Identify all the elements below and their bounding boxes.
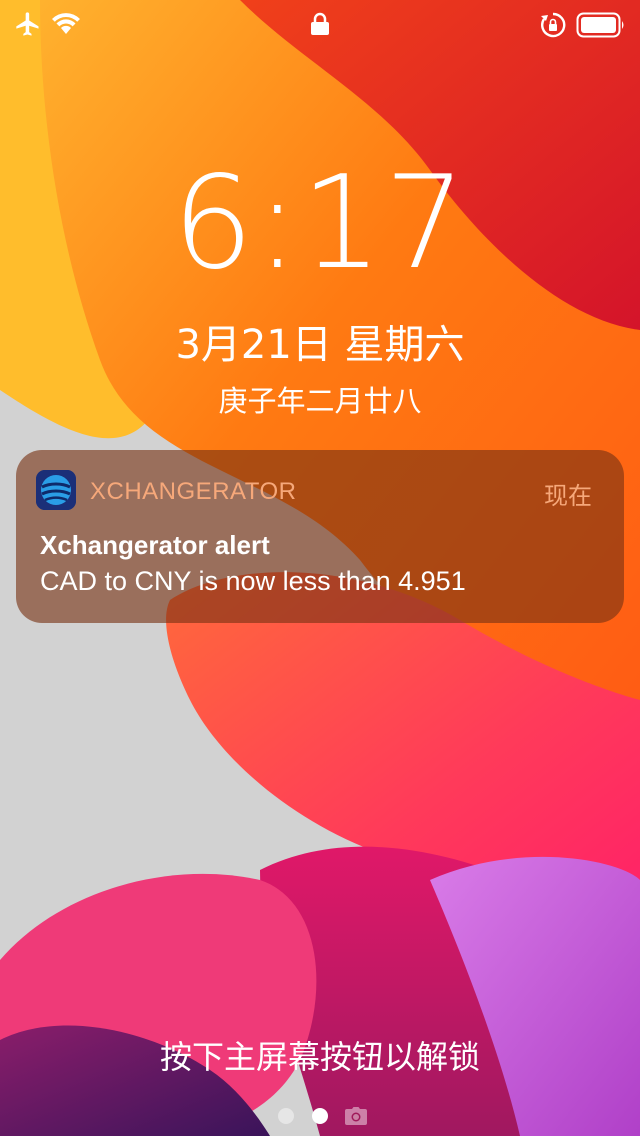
unlock-hint: 按下主屏幕按钮以解锁 [159,1038,480,1076]
lock-screen-date: 3月21日 星期六 [175,322,465,368]
battery-icon [576,12,626,42]
lock-icon [310,12,330,40]
notification-card[interactable]: XCHANGERATOR 现在 Xchangerator alert CAD t… [16,450,624,623]
page-indicator[interactable] [0,1104,640,1128]
lunar-date: 庚子年二月廿八 [218,384,422,418]
notification-app-name: XCHANGERATOR [90,478,297,505]
notification-body: CAD to CNY is now less than 4.951 [40,566,466,596]
airplane-icon [14,10,42,42]
page-dot-2[interactable] [312,1108,328,1124]
lock-screen-time: 6:17 [172,149,468,298]
notification-title: Xchangerator alert [40,530,270,560]
wifi-icon [50,10,82,40]
status-bar [0,0,640,48]
globe-icon [36,470,76,510]
camera-icon[interactable] [344,1106,368,1130]
rotation-lock-icon [540,12,566,42]
notification-time: 现在 [544,482,592,510]
page-dot-1[interactable] [278,1108,294,1124]
